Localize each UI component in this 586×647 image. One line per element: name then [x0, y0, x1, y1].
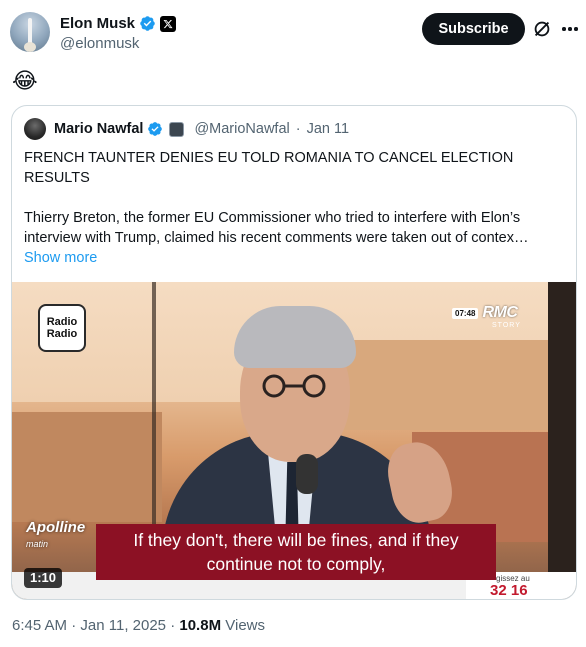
- subtitle-line-2: continue not to comply,: [206, 554, 386, 574]
- video-person-glasses: [262, 374, 326, 398]
- author-name-row: Elon Musk: [60, 15, 177, 32]
- broadcaster-logo: 07:48 RMC: [452, 304, 518, 322]
- video-microphone: [296, 454, 318, 494]
- video-duration-badge: 1:10: [24, 568, 63, 588]
- quote-date[interactable]: Jan 11: [307, 121, 349, 137]
- broadcaster-sub: STORY: [492, 322, 521, 329]
- video-person-hair: [234, 306, 356, 368]
- quote-author-handle[interactable]: @MarioNawfal: [194, 121, 289, 137]
- broadcaster-name: RMC: [482, 304, 518, 321]
- radio-channel-logo: Radio Radio: [40, 306, 84, 350]
- quote-body: FRENCH TAUNTER DENIES EU TOLD ROMANIA TO…: [24, 148, 566, 268]
- quote-header: Mario Nawfal @MarioNawfal · Jan 11: [24, 118, 349, 140]
- video-building: [342, 340, 552, 430]
- view-count: 10.8M: [179, 617, 222, 634]
- subscribe-button[interactable]: Subscribe: [422, 13, 525, 45]
- meta-separator: ·: [71, 617, 77, 634]
- video-window-frame: [548, 282, 576, 599]
- tweet-text: 😂: [12, 68, 38, 93]
- author-avatar[interactable]: [10, 12, 50, 52]
- video-player[interactable]: Radio Radio 07:48 RMC STORY Apolline mat…: [12, 282, 576, 599]
- radio-logo-line-1: Radio: [46, 316, 78, 328]
- show-name-sub: matin: [26, 539, 49, 549]
- more-dot: [574, 27, 578, 31]
- quote-body-line-1: Thierry Breton, the former EU Commission…: [24, 210, 521, 226]
- more-dot: [568, 27, 572, 31]
- tweet-header: Elon Musk @elonmusk Subscribe: [10, 10, 578, 56]
- avatar-rocket: [28, 18, 32, 44]
- verified-badge-icon: [140, 16, 155, 31]
- author-handle[interactable]: @elonmusk: [60, 35, 139, 52]
- grok-icon[interactable]: [531, 18, 553, 40]
- quote-author-avatar[interactable]: [24, 118, 46, 140]
- verified-badge-icon: [148, 122, 163, 136]
- tweet-time[interactable]: 6:45 AM: [12, 617, 67, 634]
- show-more-link[interactable]: Show more: [24, 248, 566, 268]
- meta-separator: ·: [170, 617, 176, 634]
- affiliate-badge-icon: [169, 121, 185, 137]
- quote-headline: FRENCH TAUNTER DENIES EU TOLD ROMANIA TO…: [24, 150, 514, 186]
- meta-separator: ·: [295, 121, 301, 137]
- tweet-date[interactable]: Jan 11, 2025: [80, 617, 166, 634]
- avatar-plume: [24, 42, 36, 52]
- quoted-tweet[interactable]: Mario Nawfal @MarioNawfal · Jan 11 FRENC…: [11, 105, 577, 600]
- broadcast-time: 07:48: [452, 307, 479, 319]
- views-label: Views: [225, 617, 265, 634]
- ticker-line-2: 32 16: [490, 582, 528, 599]
- video-subtitle: If they don't, there will be fines, and …: [96, 524, 496, 580]
- quote-body-line-2: interview with Trump, claimed his recent…: [24, 230, 529, 246]
- more-dot: [562, 27, 566, 31]
- show-name-logo: Apolline matin: [26, 520, 85, 552]
- radio-logo-line-2: Radio: [46, 328, 78, 340]
- subtitle-line-1: If they don't, there will be fines, and …: [133, 530, 459, 550]
- x-logo-icon: [160, 15, 177, 32]
- author-name[interactable]: Elon Musk: [60, 15, 135, 32]
- tweet-meta: 6:45 AM · Jan 11, 2025 · 10.8M Views: [12, 617, 265, 634]
- video-building: [12, 412, 162, 522]
- quote-author-name[interactable]: Mario Nawfal: [54, 121, 143, 137]
- more-options-icon[interactable]: [559, 18, 581, 40]
- show-name: Apolline: [26, 519, 86, 536]
